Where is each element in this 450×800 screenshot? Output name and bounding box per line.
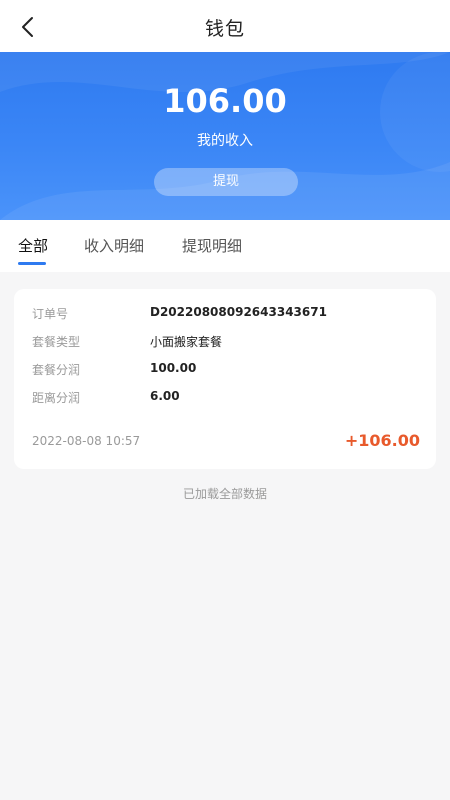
tab-withdraw-details[interactable]: 提现明细 [182,235,242,256]
page-title: 钱包 [204,18,245,40]
order-record-card[interactable]: 订单号 D20220808092643343671 套餐类型 小面搬家套餐 套餐… [14,289,436,469]
tab-income-details[interactable]: 收入明细 [84,235,144,256]
order-number-row: 订单号 D20220808092643343671 [32,305,422,325]
package-type-value: 小面搬家套餐 [150,335,223,349]
package-share-row: 套餐分润 100.00 [32,361,422,381]
record-tabs: 全部 收入明细 提现明细 [0,220,450,272]
tab-all[interactable]: 全部 [18,235,48,256]
income-banner: 106.00 我的收入 提现 [0,52,450,220]
record-amount: +106.00 [344,431,420,450]
package-share-value: 100.00 [150,361,197,375]
distance-share-label: 距离分润 [32,391,81,405]
order-number-label: 订单号 [32,307,69,321]
distance-share-row: 距离分润 6.00 [32,389,422,409]
income-amount: 106.00 [163,82,287,120]
package-type-row: 套餐类型 小面搬家套餐 [32,333,422,353]
all-loaded-note: 已加载全部数据 [182,487,267,501]
wallet-page: 钱包 106.00 我的收入 提现 全部 收入明细 提现明细 订单号 D2022… [0,0,450,800]
package-share-label: 套餐分润 [32,363,81,377]
distance-share-value: 6.00 [150,389,180,403]
withdraw-button[interactable]: 提现 [154,168,298,196]
order-number-value: D20220808092643343671 [150,305,327,319]
top-navbar: 钱包 [0,0,450,52]
income-label: 我的收入 [197,133,253,149]
active-tab-indicator [18,262,46,265]
record-timestamp: 2022-08-08 10:57 [32,434,141,448]
package-type-label: 套餐类型 [32,335,81,349]
